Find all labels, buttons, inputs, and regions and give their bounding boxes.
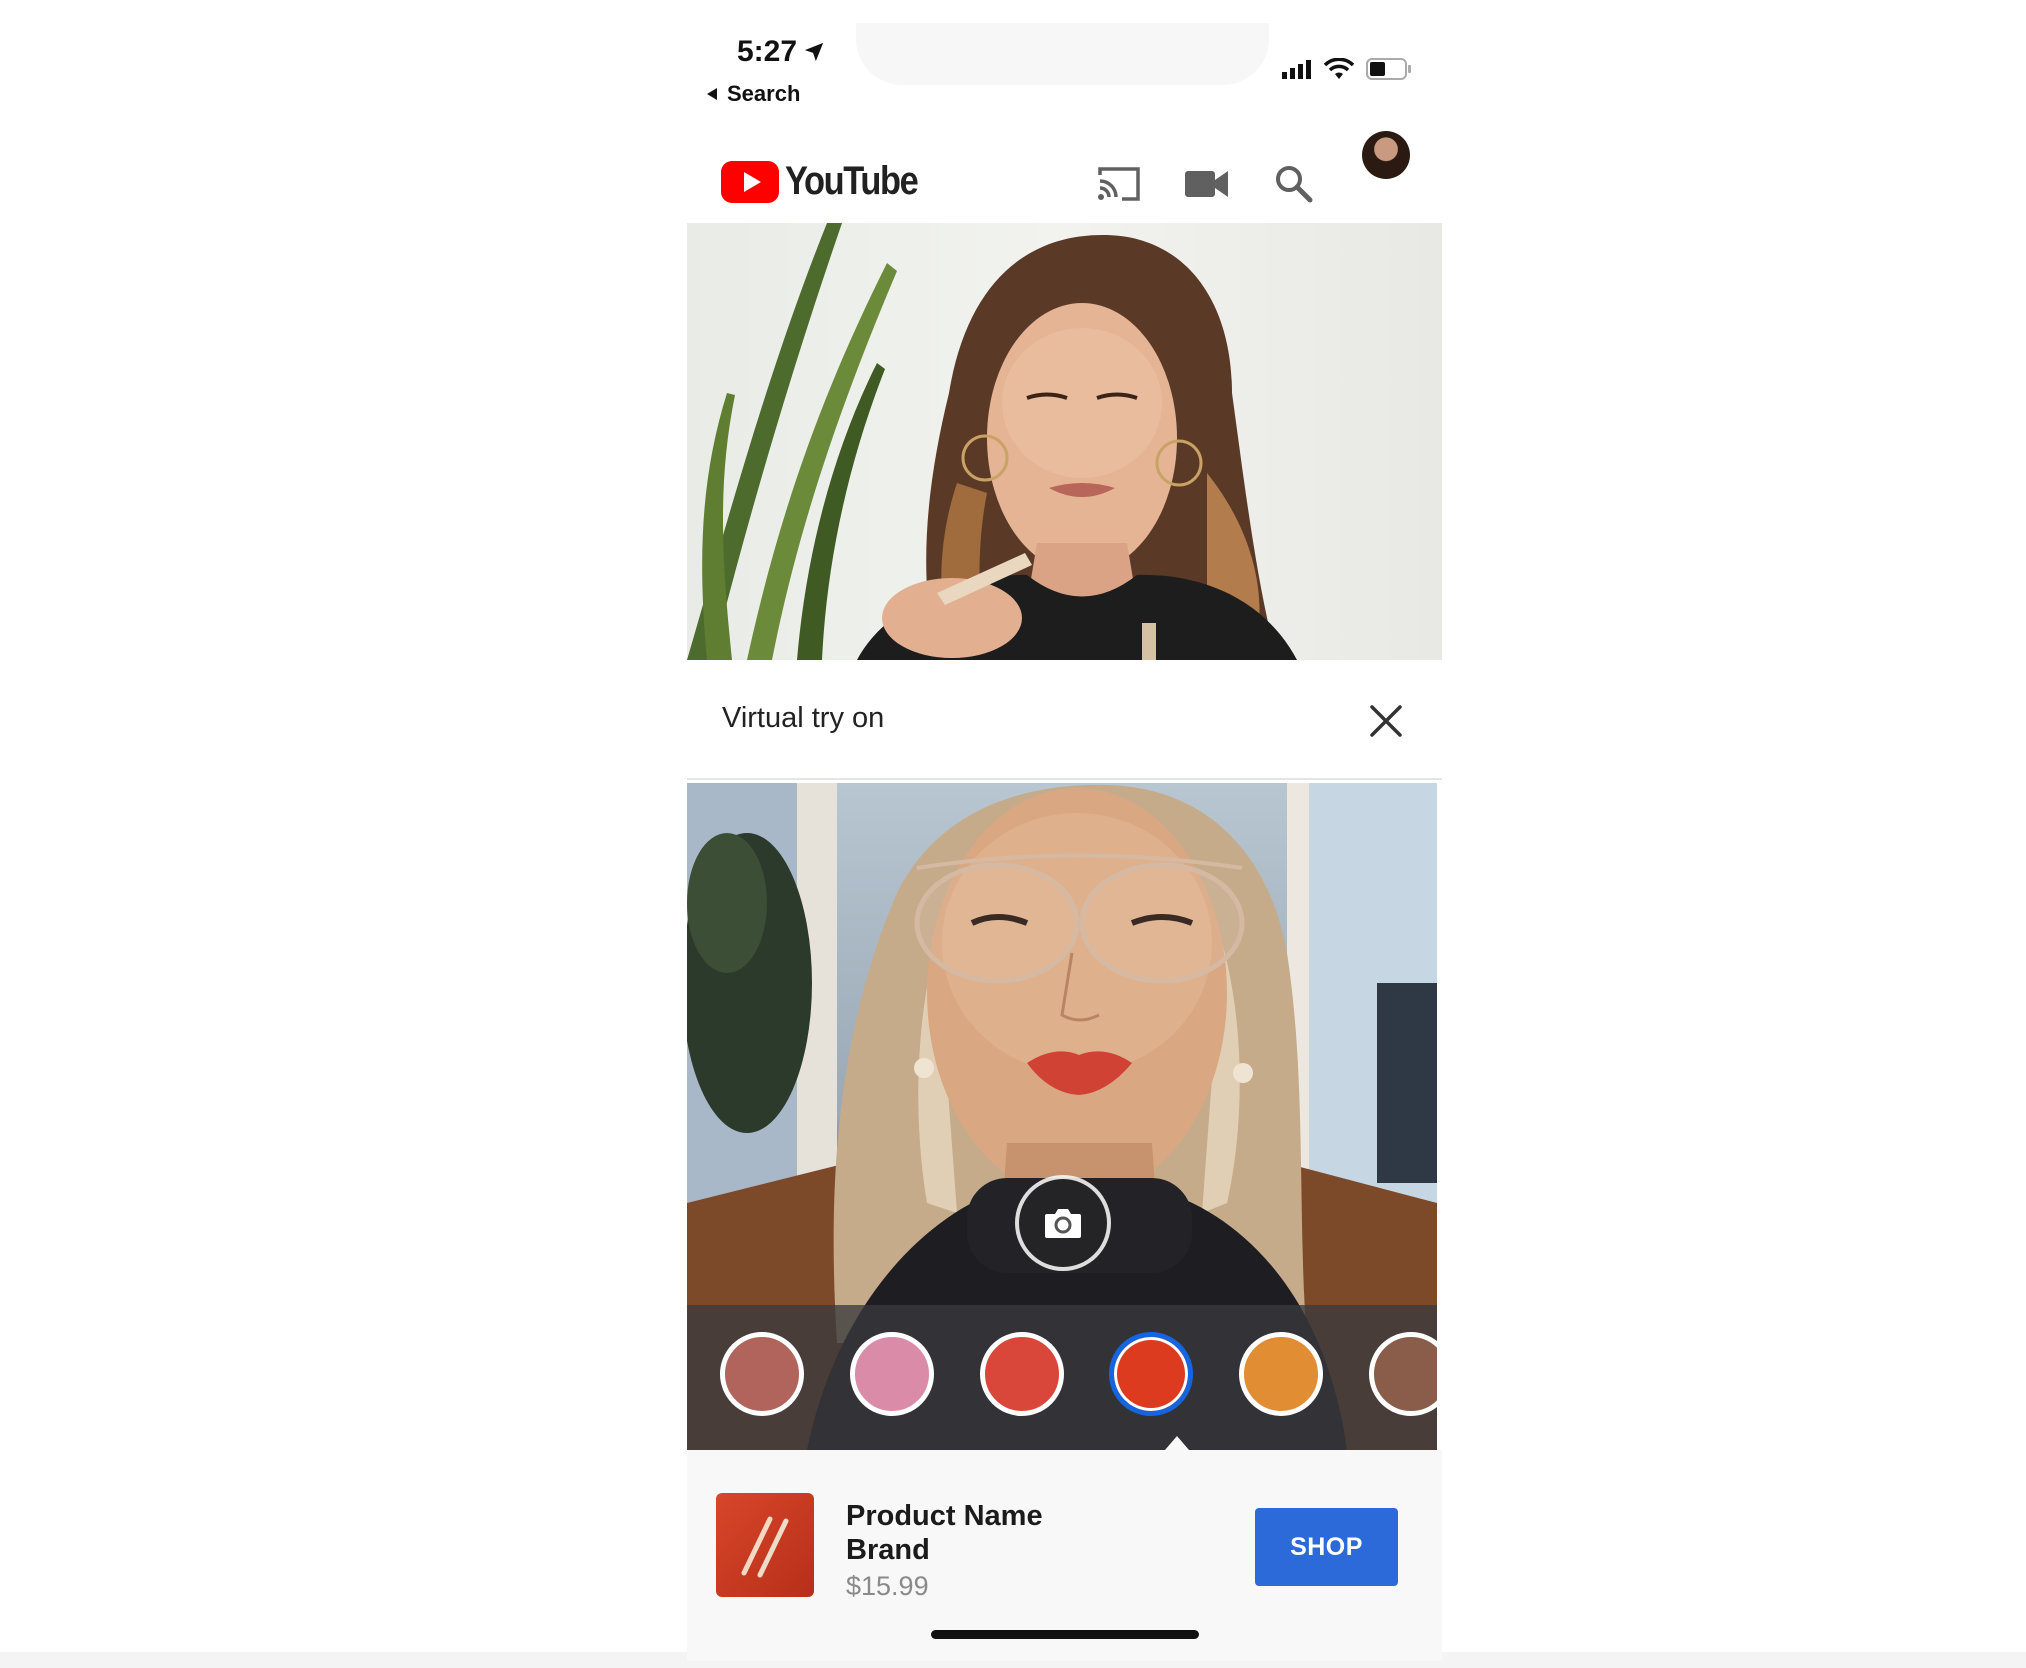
shade-swatch[interactable] xyxy=(1239,1332,1323,1416)
lipstick-image xyxy=(741,1516,789,1578)
video-player[interactable] xyxy=(687,223,1442,660)
status-time-text: 5:27 xyxy=(737,35,798,68)
back-to-search[interactable]: Search xyxy=(705,81,800,107)
capture-photo-button[interactable] xyxy=(1015,1175,1111,1271)
battery-icon xyxy=(1366,58,1411,80)
app-header: YouTube xyxy=(687,123,1442,223)
product-card: Product Name Brand $15.99 SHOP xyxy=(687,1450,1442,1661)
create-video-button[interactable] xyxy=(1184,161,1230,207)
camera-view xyxy=(687,783,1437,1450)
signal-icon xyxy=(1282,60,1311,79)
back-triangle-icon xyxy=(707,88,717,100)
tryon-title: Virtual try on xyxy=(722,702,885,734)
tryon-header: Virtual try on xyxy=(687,660,1442,780)
product-price: $15.99 xyxy=(846,1571,929,1601)
video-camera-icon xyxy=(1185,171,1228,197)
video-frame-image xyxy=(687,223,1297,660)
product-brand: Brand xyxy=(846,1534,930,1566)
avatar[interactable] xyxy=(1362,131,1410,179)
shade-swatch[interactable] xyxy=(850,1332,934,1416)
close-icon xyxy=(1370,705,1402,737)
product-name: Product Name xyxy=(846,1500,1043,1532)
phone-screen: 5:27 Search YouTube Virtual try on Produ… xyxy=(687,23,1442,1661)
notch xyxy=(856,23,1269,85)
youtube-play-icon xyxy=(721,160,779,203)
close-button[interactable] xyxy=(1367,702,1405,740)
status-bar: 5:27 Search xyxy=(687,23,1442,113)
search-button[interactable] xyxy=(1271,161,1317,207)
youtube-logo[interactable]: YouTube xyxy=(721,159,939,204)
status-time: 5:27 xyxy=(737,35,825,69)
shade-swatch[interactable] xyxy=(980,1332,1064,1416)
home-indicator[interactable] xyxy=(931,1630,1199,1639)
cast-icon xyxy=(1098,167,1140,201)
shop-button[interactable]: SHOP xyxy=(1255,1508,1398,1586)
cast-button[interactable] xyxy=(1096,161,1142,207)
back-label: Search xyxy=(727,81,801,106)
section-divider xyxy=(687,778,1442,780)
shade-swatch[interactable] xyxy=(720,1332,804,1416)
location-arrow-icon xyxy=(804,42,824,62)
selected-shade-pointer xyxy=(1165,1436,1189,1450)
shade-swatch-selected[interactable] xyxy=(1109,1332,1193,1416)
youtube-wordmark: YouTube xyxy=(785,159,919,203)
camera-icon xyxy=(1045,1209,1081,1238)
wifi-icon xyxy=(1324,58,1354,79)
status-icons xyxy=(1282,57,1412,81)
product-thumbnail[interactable] xyxy=(716,1493,814,1597)
search-icon xyxy=(1276,166,1313,203)
